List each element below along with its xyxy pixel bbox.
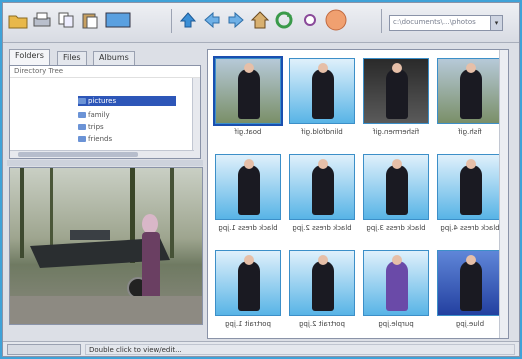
tab-files[interactable]: Files: [57, 51, 87, 65]
thumbnail-image: [215, 250, 281, 316]
tab-albums[interactable]: Albums: [93, 51, 135, 65]
thumbnail-item[interactable]: black dress 3.jpg: [360, 150, 432, 246]
tree-item-friends[interactable]: friends: [78, 134, 112, 144]
thumbnail-image: [289, 250, 355, 316]
thumbnail-item[interactable]: fish.gif: [434, 54, 506, 150]
thumbnail-image: [289, 58, 355, 124]
slideshow-icon[interactable]: [103, 9, 133, 31]
thumbnail-caption: black dress 2.jpg: [292, 224, 352, 232]
status-hint: Double click to view/edit...: [85, 344, 515, 355]
print-icon[interactable]: [31, 9, 53, 31]
refresh-icon[interactable]: [273, 9, 295, 31]
folder-icon: [78, 124, 86, 130]
tree-item-label: family: [88, 111, 110, 119]
thumbnail-caption: black dress 3.jpg: [366, 224, 426, 232]
thumbnail-image: [215, 154, 281, 220]
thumbnail-caption: fish.gif: [458, 128, 482, 136]
tree-item-label: pictures: [88, 97, 117, 105]
tree-item-label: trips: [88, 123, 104, 131]
address-bar[interactable]: c:\documents\...\photos ▾: [389, 15, 503, 31]
back-arrow-icon[interactable]: [201, 9, 223, 31]
thumbnail-caption: blindfold.gif: [301, 128, 343, 136]
thumbnail-item[interactable]: black dress 1.jpg: [212, 150, 284, 246]
tree-item-pictures[interactable]: pictures: [78, 96, 177, 106]
status-left-panel: [7, 344, 81, 355]
tree-item-label: friends: [88, 135, 113, 143]
thumbnail-caption: boat.gif: [234, 128, 262, 136]
forward-arrow-icon[interactable]: [225, 9, 247, 31]
thumbnail-item[interactable]: purple.jpg: [360, 246, 432, 342]
thumbnail-item[interactable]: blue.jpg: [434, 246, 506, 342]
thumbnail-image: [363, 154, 429, 220]
up-arrow-icon[interactable]: [177, 9, 199, 31]
toolbar-separator: [171, 9, 172, 33]
image-preview: [9, 167, 203, 325]
tree-item-trips[interactable]: trips: [78, 122, 104, 132]
thumbnail-item[interactable]: black dress 4.jpg: [434, 150, 506, 246]
thumbnail-item[interactable]: portrait 1.jpg: [212, 246, 284, 342]
thumbnail-item[interactable]: blindfold.gif: [286, 54, 358, 150]
paste-icon[interactable]: [79, 9, 101, 31]
thumbnail-caption: blue.jpg: [455, 320, 485, 328]
tab-folders[interactable]: Folders: [9, 49, 50, 65]
thumbnail-item[interactable]: boat.gif: [212, 54, 284, 150]
folder-icon: [78, 98, 86, 104]
folder-tree: Directory Tree pictures family trips fri…: [9, 65, 201, 159]
copy-icon[interactable]: [55, 9, 77, 31]
thumbnail-caption: portrait 2.jpg: [299, 320, 345, 328]
thumbnail-image: [289, 154, 355, 220]
thumbnail-image: [437, 154, 503, 220]
thumbnail-image: [363, 250, 429, 316]
tree-header: Directory Tree: [10, 66, 200, 78]
toolbar-separator: [381, 9, 382, 33]
thumbnail-image: [437, 58, 503, 124]
scrollbar-thumb[interactable]: [18, 152, 138, 157]
thumbnail-item[interactable]: fishermen.gif: [360, 54, 432, 150]
folder-icon: [78, 136, 86, 142]
chevron-down-icon[interactable]: ▾: [490, 16, 502, 30]
pane-splitter[interactable]: [7, 160, 203, 166]
preview-photo: [10, 168, 202, 324]
thumbnail-image: [213, 56, 283, 126]
help-icon[interactable]: [323, 9, 349, 31]
thumbnail-image: [363, 58, 429, 124]
tree-item-family[interactable]: family: [78, 110, 110, 120]
folder-icon: [78, 112, 86, 118]
thumbnail-caption: fishermen.gif: [372, 128, 420, 136]
left-tabs: Folders Files Albums: [7, 49, 203, 65]
thumbnail-caption: black dress 1.jpg: [218, 224, 278, 232]
toolbar: c:\documents\...\photos ▾: [3, 3, 519, 43]
app-window: c:\documents\...\photos ▾ Folders Files …: [2, 2, 520, 357]
thumbnail-item[interactable]: black dress 2.jpg: [286, 150, 358, 246]
tree-horizontal-scrollbar[interactable]: [10, 150, 194, 158]
thumbnail-caption: black dress 4.jpg: [440, 224, 500, 232]
home-icon[interactable]: [249, 9, 271, 31]
open-folder-icon[interactable]: [7, 9, 29, 31]
thumbnail-image: [437, 250, 503, 316]
address-text: c:\documents\...\photos: [393, 18, 476, 26]
options-icon[interactable]: [299, 9, 321, 31]
thumbnail-caption: portrait 1.jpg: [225, 320, 271, 328]
tree-vertical-scrollbar[interactable]: [192, 78, 200, 158]
thumbnail-caption: purple.jpg: [378, 320, 414, 328]
thumbnail-item[interactable]: portrait 2.jpg: [286, 246, 358, 342]
status-bar: Double click to view/edit...: [3, 341, 519, 356]
grid-vertical-scrollbar[interactable]: [499, 50, 508, 338]
thumbnail-grid: boat.gif blindfold.gif fishermen.gif fis…: [207, 49, 509, 339]
